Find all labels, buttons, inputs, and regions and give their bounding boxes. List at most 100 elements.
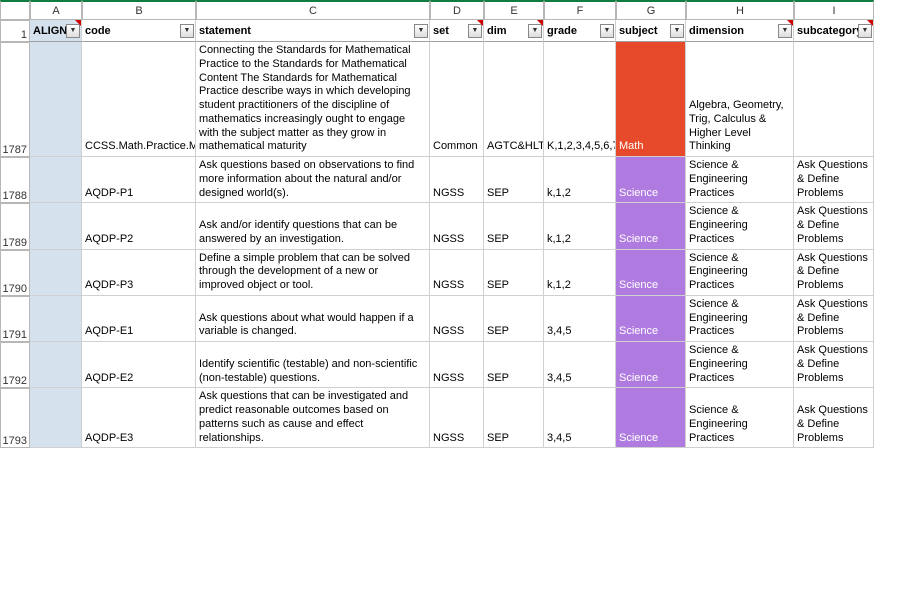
cell-e[interactable]: SEP <box>484 296 544 342</box>
spreadsheet-grid[interactable]: ABCDEFGHI1ALIGN▼code▼statement▼set▼dim▼g… <box>0 0 905 448</box>
cell-g[interactable]: Science <box>616 296 686 342</box>
cell-a[interactable] <box>30 250 82 296</box>
cell-b[interactable]: AQDP-E2 <box>82 342 196 388</box>
column-header-I[interactable]: I <box>794 0 874 20</box>
cell-d[interactable]: NGSS <box>430 250 484 296</box>
cell-g[interactable]: Science <box>616 157 686 203</box>
cell-h[interactable]: Science & Engineering Practices <box>686 203 794 249</box>
cell-a[interactable] <box>30 203 82 249</box>
cell-b[interactable]: AQDP-E1 <box>82 296 196 342</box>
cell-c[interactable]: Define a simple problem that can be solv… <box>196 250 430 296</box>
cell-h[interactable]: Science & Engineering Practices <box>686 296 794 342</box>
cell-f[interactable]: 3,4,5 <box>544 388 616 448</box>
cell-b[interactable]: AQDP-E3 <box>82 388 196 448</box>
header-label-d: set <box>433 25 449 37</box>
filter-button-f[interactable]: ▼ <box>600 24 614 38</box>
cell-h[interactable]: Science & Engineering Practices <box>686 157 794 203</box>
row-header[interactable]: 1792 <box>0 342 30 388</box>
cell-text: NGSS <box>433 372 464 386</box>
cell-d[interactable]: NGSS <box>430 388 484 448</box>
cell-e[interactable]: SEP <box>484 203 544 249</box>
cell-text: Ask Questions & Define Problems <box>797 205 870 246</box>
cell-d[interactable]: NGSS <box>430 203 484 249</box>
cell-a[interactable] <box>30 42 82 157</box>
cell-i[interactable] <box>794 42 874 157</box>
comment-marker-icon <box>75 20 81 26</box>
cell-text: K,1,2,3,4,5,6,7,8,9,10,11,12 <box>547 140 616 154</box>
column-header-G[interactable]: G <box>616 0 686 20</box>
row-header[interactable]: 1791 <box>0 296 30 342</box>
filter-button-c[interactable]: ▼ <box>414 24 428 38</box>
cell-e[interactable]: SEP <box>484 342 544 388</box>
row-header[interactable]: 1793 <box>0 388 30 448</box>
row-header[interactable]: 1790 <box>0 250 30 296</box>
column-header-C[interactable]: C <box>196 0 430 20</box>
cell-h[interactable]: Algebra, Geometry, Trig, Calculus & High… <box>686 42 794 157</box>
cell-g[interactable]: Science <box>616 342 686 388</box>
header-label-h: dimension <box>689 25 744 37</box>
cell-text: 3,4,5 <box>547 325 571 339</box>
cell-i[interactable]: Ask Questions & Define Problems <box>794 388 874 448</box>
cell-g[interactable]: Science <box>616 388 686 448</box>
cell-c[interactable]: Ask and/or identify questions that can b… <box>196 203 430 249</box>
cell-f[interactable]: K,1,2,3,4,5,6,7,8,9,10,11,12 <box>544 42 616 157</box>
cell-d[interactable]: Common <box>430 42 484 157</box>
cell-h[interactable]: Science & Engineering Practices <box>686 388 794 448</box>
cell-c[interactable]: Ask questions based on observations to f… <box>196 157 430 203</box>
row-header-1[interactable]: 1 <box>0 20 30 42</box>
filter-button-b[interactable]: ▼ <box>180 24 194 38</box>
row-header[interactable]: 1787 <box>0 42 30 157</box>
cell-text: Ask questions based on observations to f… <box>199 159 426 200</box>
header-cell-g: subject▼ <box>616 20 686 42</box>
cell-i[interactable]: Ask Questions & Define Problems <box>794 203 874 249</box>
cell-b[interactable]: AQDP-P2 <box>82 203 196 249</box>
cell-c[interactable]: Connecting the Standards for Mathematica… <box>196 42 430 157</box>
cell-g[interactable]: Science <box>616 250 686 296</box>
cell-text: Ask Questions & Define Problems <box>797 404 870 445</box>
cell-d[interactable]: NGSS <box>430 296 484 342</box>
cell-e[interactable]: SEP <box>484 250 544 296</box>
filter-button-g[interactable]: ▼ <box>670 24 684 38</box>
column-header-E[interactable]: E <box>484 0 544 20</box>
cell-f[interactable]: k,1,2 <box>544 250 616 296</box>
cell-i[interactable]: Ask Questions & Define Problems <box>794 157 874 203</box>
cell-text: Ask questions about what would happen if… <box>199 312 426 340</box>
cell-b[interactable]: AQDP-P3 <box>82 250 196 296</box>
cell-i[interactable]: Ask Questions & Define Problems <box>794 296 874 342</box>
column-header-A[interactable]: A <box>30 0 82 20</box>
cell-c[interactable]: Identify scientific (testable) and non-s… <box>196 342 430 388</box>
cell-a[interactable] <box>30 296 82 342</box>
cell-f[interactable]: 3,4,5 <box>544 296 616 342</box>
cell-c[interactable]: Ask questions about what would happen if… <box>196 296 430 342</box>
cell-a[interactable] <box>30 342 82 388</box>
column-header-H[interactable]: H <box>686 0 794 20</box>
cell-b[interactable]: AQDP-P1 <box>82 157 196 203</box>
cell-text: Science & Engineering Practices <box>689 298 790 339</box>
cell-f[interactable]: k,1,2 <box>544 157 616 203</box>
cell-text: Ask Questions & Define Problems <box>797 159 870 200</box>
cell-e[interactable]: SEP <box>484 388 544 448</box>
cell-e[interactable]: SEP <box>484 157 544 203</box>
cell-c[interactable]: Ask questions that can be investigated a… <box>196 388 430 448</box>
cell-i[interactable]: Ask Questions & Define Problems <box>794 250 874 296</box>
cell-b[interactable]: CCSS.Math.Practice.MP8 <box>82 42 196 157</box>
cell-h[interactable]: Science & Engineering Practices <box>686 250 794 296</box>
cell-f[interactable]: k,1,2 <box>544 203 616 249</box>
cell-text: k,1,2 <box>547 233 571 247</box>
cell-a[interactable] <box>30 388 82 448</box>
cell-d[interactable]: NGSS <box>430 342 484 388</box>
cell-i[interactable]: Ask Questions & Define Problems <box>794 342 874 388</box>
cell-h[interactable]: Science & Engineering Practices <box>686 342 794 388</box>
cell-f[interactable]: 3,4,5 <box>544 342 616 388</box>
cell-a[interactable] <box>30 157 82 203</box>
select-all-corner[interactable] <box>0 0 30 20</box>
column-header-B[interactable]: B <box>82 0 196 20</box>
cell-e[interactable]: AGTC&HLT <box>484 42 544 157</box>
cell-g[interactable]: Science <box>616 203 686 249</box>
cell-g[interactable]: Math <box>616 42 686 157</box>
column-header-F[interactable]: F <box>544 0 616 20</box>
column-header-D[interactable]: D <box>430 0 484 20</box>
row-header[interactable]: 1788 <box>0 157 30 203</box>
row-header[interactable]: 1789 <box>0 203 30 249</box>
cell-d[interactable]: NGSS <box>430 157 484 203</box>
